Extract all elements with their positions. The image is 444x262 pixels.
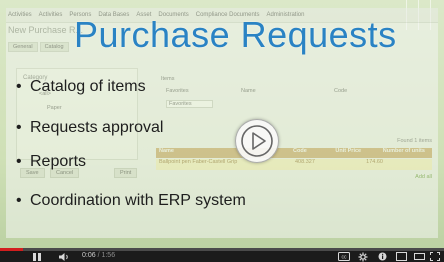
bullet-item: • Requests approval bbox=[16, 119, 164, 136]
bullet-text: Requests approval bbox=[30, 119, 164, 136]
favorites-select: Favorites bbox=[166, 100, 213, 108]
items-table-header: Name Code Unit Price Number of units bbox=[156, 148, 432, 158]
found-count: Found 1 items bbox=[397, 138, 432, 144]
slide-title: Purchase Requests bbox=[74, 14, 397, 55]
play-button[interactable] bbox=[235, 119, 279, 163]
menu-item: Activities bbox=[8, 12, 32, 18]
app-page-title: New Purchase R... bbox=[8, 25, 84, 35]
bullet-item: • Coordination with ERP system bbox=[16, 192, 246, 209]
favorites-label: Favorites bbox=[166, 88, 189, 94]
name-label: Name bbox=[241, 88, 256, 94]
add-all-link: Add all bbox=[415, 174, 432, 180]
svg-text:cc: cc bbox=[342, 255, 348, 261]
bullet-item: • Catalog of items bbox=[16, 78, 146, 95]
miniplayer-icon bbox=[396, 252, 407, 261]
app-tab-general: General bbox=[8, 42, 38, 52]
app-tab-catalog: Catalog bbox=[39, 42, 69, 52]
code-label: Code bbox=[334, 88, 348, 94]
cell-unit-price: 174.60 bbox=[366, 159, 383, 165]
pause-icon bbox=[33, 252, 41, 261]
app-tabs: General Catalog bbox=[8, 42, 69, 52]
fullscreen-icon bbox=[430, 252, 440, 261]
video-frame[interactable]: Activities Activities Persons Data Bases… bbox=[0, 0, 444, 262]
volume-icon bbox=[59, 252, 68, 261]
captions-icon: cc bbox=[338, 252, 350, 261]
captions-button[interactable]: cc bbox=[338, 251, 350, 262]
settings-button[interactable] bbox=[358, 251, 368, 262]
bullet-item: • Reports bbox=[16, 153, 87, 170]
menu-item: Activities bbox=[38, 12, 63, 18]
col-code: Code bbox=[293, 148, 307, 154]
info-icon bbox=[378, 252, 387, 261]
col-units: Number of units bbox=[382, 148, 425, 154]
cell-units bbox=[387, 159, 430, 170]
play-icon bbox=[241, 125, 273, 157]
gear-icon bbox=[358, 252, 368, 261]
bullet-text: Catalog of items bbox=[30, 78, 146, 95]
bullet-text: Coordination with ERP system bbox=[30, 192, 246, 209]
theater-button[interactable] bbox=[414, 251, 425, 262]
pause-button[interactable] bbox=[32, 251, 42, 262]
duration: / 1:56 bbox=[97, 252, 116, 259]
player-controls: 0:06 / 1:56 cc bbox=[0, 251, 444, 262]
col-unit-price: Unit Price bbox=[335, 148, 362, 154]
time-display: 0:06 / 1:56 bbox=[82, 252, 115, 259]
miniplayer-button[interactable] bbox=[396, 251, 407, 262]
volume-button[interactable] bbox=[58, 251, 70, 262]
bullet-text: Reports bbox=[30, 153, 87, 170]
current-time: 0:06 bbox=[82, 252, 96, 259]
info-button[interactable] bbox=[378, 251, 387, 262]
cell-code: 408.327 bbox=[295, 159, 315, 165]
print-button: Print bbox=[114, 168, 138, 178]
items-label: Items bbox=[161, 76, 175, 82]
theater-icon bbox=[414, 253, 425, 260]
fullscreen-button[interactable] bbox=[430, 251, 440, 262]
table-row: Ballpoint pen Faber-Castell Grip 408.327… bbox=[156, 159, 432, 170]
tree-item-paper: Paper bbox=[47, 105, 62, 111]
